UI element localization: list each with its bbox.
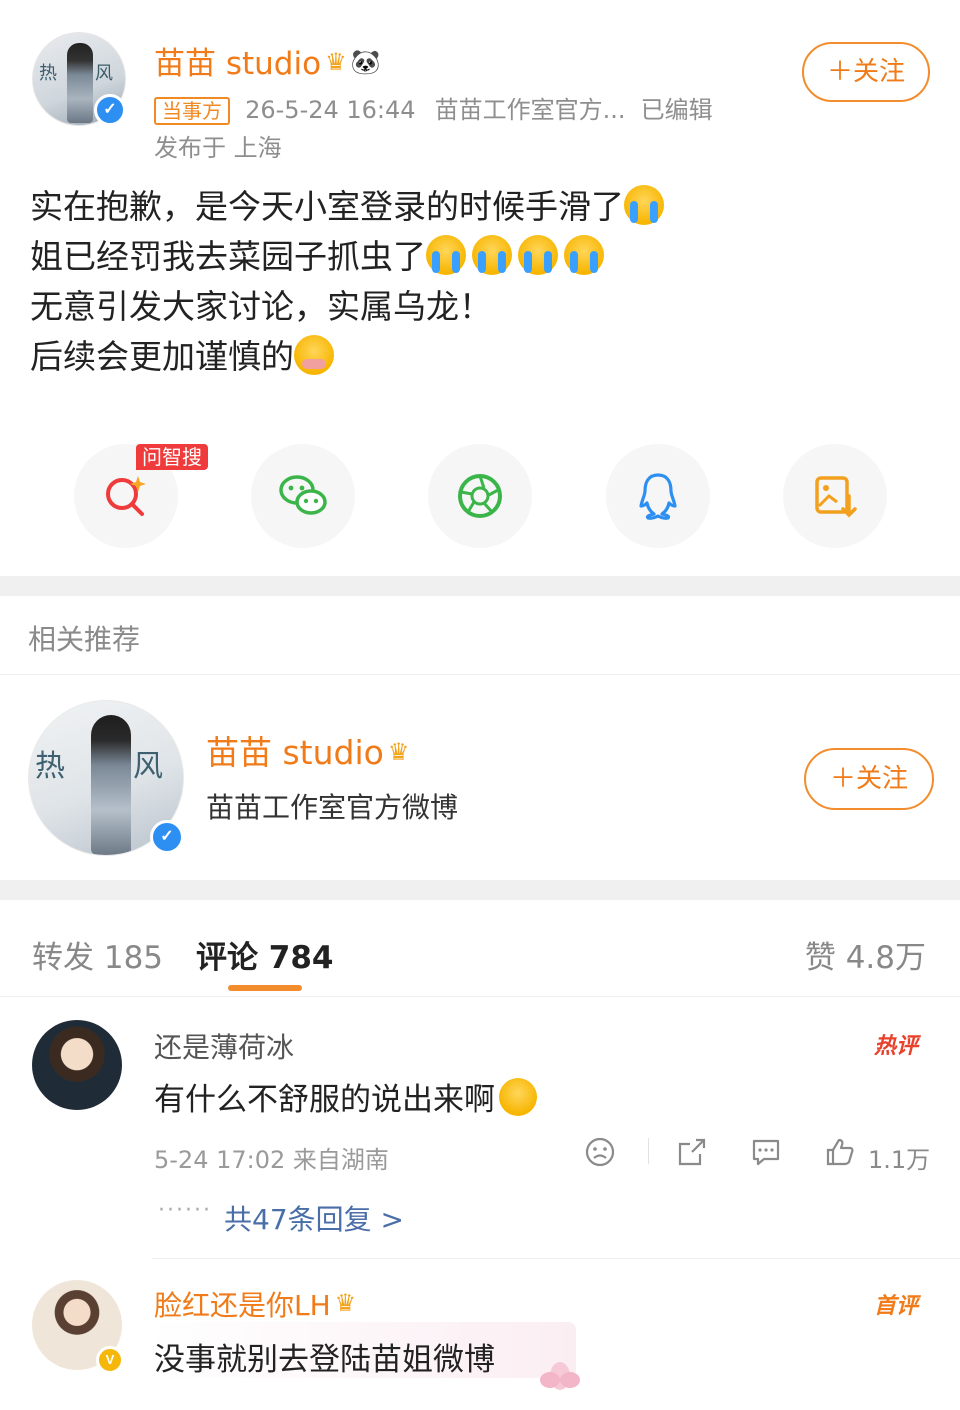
crown-icon: ♛ xyxy=(334,1289,357,1317)
post-line: 实在抱歉，是今天小室登录的时候手滑了 xyxy=(30,182,930,232)
avatar-art-right: 风 xyxy=(133,749,163,784)
post-line-text: 实在抱歉，是今天小室登录的时候手滑了 xyxy=(30,187,624,226)
comment-username[interactable]: 脸红还是你LH xyxy=(154,1289,331,1322)
verified-icon: ✓ xyxy=(94,94,126,126)
share-icon[interactable] xyxy=(676,1136,708,1168)
avatar-art-right: 风 xyxy=(95,63,113,84)
share-qq[interactable] xyxy=(606,444,710,548)
comment-text: 没事就别去登陆苗姐微博 xyxy=(154,1342,495,1378)
tab-active-indicator xyxy=(228,985,302,991)
post-source[interactable]: 苗苗工作室官方... xyxy=(435,96,626,124)
verified-icon: V xyxy=(96,1346,124,1374)
dislike-icon[interactable] xyxy=(584,1136,616,1168)
avatar-art-left: 热 xyxy=(39,63,57,84)
crown-icon: ♛ xyxy=(325,48,347,76)
party-tag: 当事方 xyxy=(154,97,230,125)
moments-icon xyxy=(458,474,502,518)
wechat-icon xyxy=(279,475,327,515)
crown-icon: ♛ xyxy=(387,738,410,766)
share-moments[interactable] xyxy=(428,444,532,548)
section-divider xyxy=(0,576,960,596)
share-save-image[interactable] xyxy=(783,444,887,548)
save-image-icon xyxy=(815,476,857,518)
post-location: 发布于 上海 xyxy=(154,134,282,162)
ask-search-icon xyxy=(106,476,146,516)
author-name[interactable]: 苗苗 studio xyxy=(154,46,321,82)
related-desc: 苗苗工作室官方微博 xyxy=(206,791,459,824)
divider-line xyxy=(0,996,960,997)
view-replies-link[interactable]: 共47条回复 > xyxy=(224,1198,404,1238)
crying-emoji-icon xyxy=(564,235,604,275)
related-section-title: 相关推荐 xyxy=(28,623,141,656)
shy-emoji-icon xyxy=(294,335,334,375)
related-name-row[interactable]: 苗苗 studio ♛ xyxy=(206,726,409,774)
comment-username[interactable]: 还是薄荷冰 xyxy=(154,1026,294,1066)
ask-search-badge: 问智搜 xyxy=(136,444,208,470)
tab-comment[interactable]: 评论 784 xyxy=(196,932,334,977)
hot-comment-badge: 热评 xyxy=(874,1034,919,1059)
crying-emoji-icon xyxy=(472,235,512,275)
post-line: 后续会更加谨慎的 xyxy=(30,332,930,382)
divider-line xyxy=(152,1258,960,1259)
post-line: 姐已经罚我去菜园子抓虫了 xyxy=(30,232,930,282)
related-follow-button[interactable]: ＋关注 xyxy=(804,748,934,810)
post-line-text: 姐已经罚我去菜园子抓虫了 xyxy=(30,237,426,276)
flower-decoration-icon xyxy=(540,1362,580,1390)
post-meta-row: 当事方 26-5-24 16:44 苗苗工作室官方... 已编辑 xyxy=(154,90,713,125)
like-icon[interactable] xyxy=(824,1136,856,1168)
comment-username-row[interactable]: 脸红还是你LH ♛ xyxy=(154,1284,356,1324)
edited-label[interactable]: 已编辑 xyxy=(641,96,713,124)
comment-avatar[interactable] xyxy=(32,1020,122,1110)
comment-text: 有什么不舒服的说出来啊 xyxy=(154,1074,543,1119)
post-line: 无意引发大家讨论，实属乌龙！ xyxy=(30,282,930,332)
divider-line xyxy=(0,674,960,675)
post-line-text: 后续会更加谨慎的 xyxy=(30,337,294,376)
post-line-text: 无意引发大家讨论，实属乌龙！ xyxy=(30,287,492,326)
crying-emoji-icon xyxy=(624,185,664,225)
author-name-row[interactable]: 苗苗 studio ♛ 🐼 xyxy=(154,38,380,83)
post-text: 实在抱歉，是今天小室登录的时候手滑了 姐已经罚我去菜园子抓虫了 无意引发大家讨论… xyxy=(30,182,930,382)
share-wechat[interactable] xyxy=(251,444,355,548)
reply-dots: ······ xyxy=(158,1198,212,1223)
crying-emoji-icon xyxy=(426,235,466,275)
avatar-figure xyxy=(91,715,131,855)
comment-meta: 5-24 17:02 来自湖南 xyxy=(154,1146,389,1174)
action-separator xyxy=(648,1138,649,1164)
section-divider xyxy=(0,880,960,900)
related-name[interactable]: 苗苗 studio xyxy=(206,733,384,772)
verified-icon: ✓ xyxy=(150,820,184,854)
comment-icon[interactable] xyxy=(750,1136,782,1168)
scared-emoji-icon xyxy=(499,1078,537,1116)
tab-like[interactable]: 赞 4.8万 xyxy=(805,932,926,977)
avatar-art-left: 热 xyxy=(35,749,65,784)
post-time: 26-5-24 16:44 xyxy=(245,96,416,124)
follow-button[interactable]: ＋关注 xyxy=(802,42,930,102)
first-comment-badge: 首评 xyxy=(874,1294,919,1319)
tab-repost[interactable]: 转发 185 xyxy=(32,932,163,977)
crying-emoji-icon xyxy=(518,235,558,275)
panda-icon: 🐼 xyxy=(350,48,381,76)
comment-text-content: 有什么不舒服的说出来啊 xyxy=(154,1082,495,1118)
avatar-figure xyxy=(67,43,93,123)
like-count: 1.1万 xyxy=(868,1146,931,1174)
qq-icon xyxy=(639,473,677,520)
